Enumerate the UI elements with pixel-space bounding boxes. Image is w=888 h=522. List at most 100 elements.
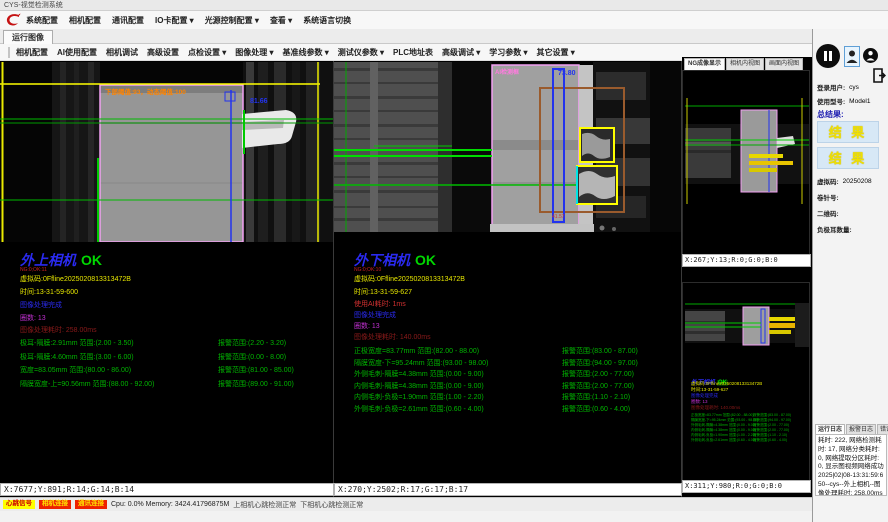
tab-camera-view[interactable]: 相机内视图 <box>726 58 764 70</box>
mini-measurement-list: 正极宽度=83.77mm 范围:(82.00 - 88.00) 报警范围:(83… <box>691 413 809 443</box>
tab-count-label: 负极耳数量: <box>817 224 852 234</box>
toolbar-item[interactable]: 点检设置 ▾ <box>188 47 226 58</box>
footer-strip <box>0 511 812 522</box>
measurement-value: 极耳-隔膜:4.60mm 范围:(3.00 - 6.00) <box>20 352 218 362</box>
measurement-row: 隔膜宽度-下=95.24mm 范围:(93.00 - 98.00) 报警范围:(… <box>354 358 676 370</box>
tab-frame-view[interactable]: 画面内视图 <box>765 58 803 70</box>
toolbar-item[interactable]: 基准线参数 ▾ <box>283 47 329 58</box>
preview-top[interactable]: X:267;Y:13;R:0;G:0;B:0 <box>682 70 810 266</box>
toolbar-item[interactable]: PLC地址表 <box>393 47 433 58</box>
process-done-line: 图像处理完成 <box>354 312 396 319</box>
qr-row: 二维码: <box>813 207 888 219</box>
toolbar-item[interactable]: 高级调试 ▾ <box>442 47 480 58</box>
tab-count-row: 负极耳数量: <box>813 223 888 235</box>
camera-connection-badge: 相机连接 <box>39 500 71 509</box>
toolbar-items: 相机配置 AI使用配置相机调试高级设置点检设置 ▾ 图像处理 ▾ 基准线参数 ▾ 测试仪… <box>16 47 575 58</box>
menu-item[interactable]: 系统配置 <box>26 15 58 26</box>
menu-items: 系统配置相机配置通讯配置 IO卡配置 ▾ 光源控制配置 ▾ 查看 ▾ 系统语言切换 <box>26 15 351 26</box>
login-user-value: cys <box>849 84 859 91</box>
login-user-row: 登录用户: cys <box>813 81 888 93</box>
time-line: 时间:13-31-59-600 <box>20 289 78 296</box>
camera-status: OK <box>415 252 436 268</box>
measurement-value: 外侧毛刺-负极=2.61mm 范围:(0.60 - 4.00) <box>354 404 562 414</box>
camera-top-panel: 下部阈值:93，动态阈值:100 81.66 外上相机OK NG:0;OK:11… <box>0 61 334 497</box>
measurement-list: 正极宽度=83.77mm 范围:(82.00 - 88.00) 报警范围:(83… <box>354 346 676 415</box>
virtual-code-line: 虚拟码:0Ffline2025020813313472B <box>20 276 131 283</box>
heartbeat-badge: 心跳信号 <box>3 500 35 509</box>
measurement-row: 极耳-隔膜:2.91mm 范围:(2.00 - 3.50) 报警范围:(2.20… <box>20 338 332 352</box>
tab-ng-display[interactable]: NG成像显示 <box>684 58 725 70</box>
winder-row: 卷针号: <box>813 191 888 203</box>
toolbar-item[interactable]: 图像处理 ▾ <box>235 47 273 58</box>
user-icon <box>866 50 875 61</box>
measurement-value: 外侧毛刺-隔膜=4.38mm 范围:(0.00 - 9.00) <box>354 369 562 379</box>
menubar: 系统配置相机配置通讯配置 IO卡配置 ▾ 光源控制配置 ▾ 查看 ▾ 系统语言切换 <box>0 11 888 29</box>
result-display-2: 结 果 <box>817 147 879 169</box>
menu-item[interactable]: 相机配置 <box>69 15 101 26</box>
total-result-label: 总结果: <box>817 109 844 120</box>
measurement-alarm-range: 报警范围:(1.10 - 2.10) <box>562 392 630 402</box>
measurement-row: 宽度=83.05mm 范围:(80.00 - 86.00) 报警范围:(81.0… <box>20 365 332 379</box>
menu-item[interactable]: 通讯配置 <box>112 15 144 26</box>
measurement-alarm-range: 报警范围:(2.20 - 3.20) <box>218 338 286 348</box>
toolbar-item[interactable]: 相机调试 <box>106 47 138 58</box>
measurement-row: 内侧毛刺-隔膜=4.38mm 范围:(0.00 - 9.00) 报警范围:(2.… <box>354 381 676 393</box>
user-active-button[interactable] <box>844 46 860 67</box>
pixel-coords-bar: X:311;Y:980;R:0;G:0;B:0 <box>682 480 811 493</box>
measurement-value: 内侧毛刺-隔膜=4.38mm 范围:(0.00 - 9.00) <box>354 381 562 391</box>
measurement-alarm-range: 报警范围:(2.00 - 77.00) <box>562 369 634 379</box>
menu-item[interactable]: 光源控制配置 ▾ <box>205 15 259 26</box>
preview-bottom[interactable]: 外下相机OK 虚拟码:0Ffline2025020813313472B 时间:1… <box>682 282 810 492</box>
model-row: 使用型号: Model1 <box>813 95 888 107</box>
ai-roi-label: AI检测框 <box>495 67 519 76</box>
measurement-list: 极耳-隔膜:2.91mm 范围:(2.00 - 3.50) 报警范围:(2.20… <box>20 338 332 392</box>
menu-item[interactable]: 系统语言切换 <box>303 15 351 26</box>
camera-bottom-panel: AI检测框 73.80 41.57 外下相机OK NG:0;OK:10 虚拟码:… <box>334 61 682 497</box>
camera-counter: NG:0;OK:11 <box>20 268 47 273</box>
toolbar-item[interactable]: 相机配置 <box>16 47 48 58</box>
camera-top-image[interactable]: 下部阈值:93，动态阈值:100 81.66 <box>0 62 333 247</box>
measurement-value: 正极宽度=83.77mm 范围:(82.00 - 88.00) <box>354 346 562 356</box>
camera-bottom-image[interactable]: AI检测框 73.80 41.57 <box>334 62 681 237</box>
pixel-coords-bar: X:267;Y:13;R:0;G:0;B:0 <box>682 254 811 267</box>
ai-time-line: 使用AI耗时: 1ms <box>354 301 406 308</box>
pause-button[interactable] <box>816 44 840 68</box>
menu-item[interactable]: 查看 ▾ <box>270 15 292 26</box>
time-line: 时间:13-31-59-627 <box>354 289 412 296</box>
comm-connection-badge: 通讯连接 <box>75 500 107 509</box>
winder-label: 卷针号: <box>817 192 839 202</box>
toolbar-item[interactable]: AI使用配置 <box>57 47 97 58</box>
log-output[interactable]: 耗时: 222, 网络检测耗时: 17, 网络分类耗时: 0, 网络提取分区耗时… <box>815 434 887 496</box>
process-done-line: 图像处理完成 <box>20 302 62 309</box>
menu-item[interactable]: IO卡配置 ▾ <box>155 15 194 26</box>
camera-title: 外下相机 <box>354 252 410 268</box>
status-bar: 心跳信号 相机连接 通讯连接 Cpu: 0.0% Memory: 3424.41… <box>0 497 812 511</box>
virtual-code-value: 20250208 <box>843 178 872 185</box>
mini-time: 时间:13-31-59-627 <box>691 387 728 392</box>
toolbar-item[interactable]: 测试仪参数 ▾ <box>338 47 384 58</box>
mini-loop-count: 圈数: 13 <box>691 399 708 404</box>
model-label: 使用型号: <box>817 96 845 106</box>
toolbar-item[interactable]: 学习参数 ▾ <box>489 47 527 58</box>
tab-run-image[interactable]: 运行图像 <box>3 30 53 44</box>
measurement-alarm-range: 报警范围:(2.00 - 77.00) <box>562 381 634 391</box>
measurement-row: 外侧毛刺-隔膜=4.38mm 范围:(0.00 - 9.00) 报警范围:(2.… <box>354 369 676 381</box>
login-user-label: 登录用户: <box>817 82 845 92</box>
measurement-value: 隔膜宽度-下=95.24mm 范围:(93.00 - 98.00) <box>354 358 562 368</box>
toolbar-item[interactable]: 其它设置 ▾ <box>537 47 575 58</box>
measurement-row: 隔膜宽度-上=90.56mm 范围:(88.00 - 92.00) 报警范围:(… <box>20 379 332 393</box>
user-switch-button[interactable] <box>863 48 878 63</box>
measurement-alarm-range: 报警范围:(81.00 - 85.00) <box>218 365 294 375</box>
small-measure-label: 41.57 <box>552 214 565 220</box>
app-window: CYS-视觉检测系统 系统配置相机配置通讯配置IO卡配置 ▾光源控制配置 ▾查看… <box>0 0 888 522</box>
measure-overlay-label: 81.66 <box>250 98 268 105</box>
measurement-value: 极耳-隔膜:2.91mm 范围:(2.00 - 3.50) <box>20 338 218 348</box>
window-title: CYS-视觉检测系统 <box>4 2 63 9</box>
loop-count-line: 圈数: 13 <box>20 315 46 322</box>
pixel-coords-bar: X:7677;Y:891;R:14;G:14;B:14 <box>0 483 334 496</box>
pixel-coords-bar: X:270;Y:2502;R:17;G:17;B:17 <box>334 483 682 496</box>
toolbar-item[interactable]: 高级设置 <box>147 47 179 58</box>
mini-process-done: 图像处理完成 <box>691 393 718 398</box>
view-tab-strip: 运行图像 <box>0 29 888 44</box>
measurement-value: 内侧毛刺-负极=1.90mm 范围:(1.00 - 2.20) <box>354 392 562 402</box>
